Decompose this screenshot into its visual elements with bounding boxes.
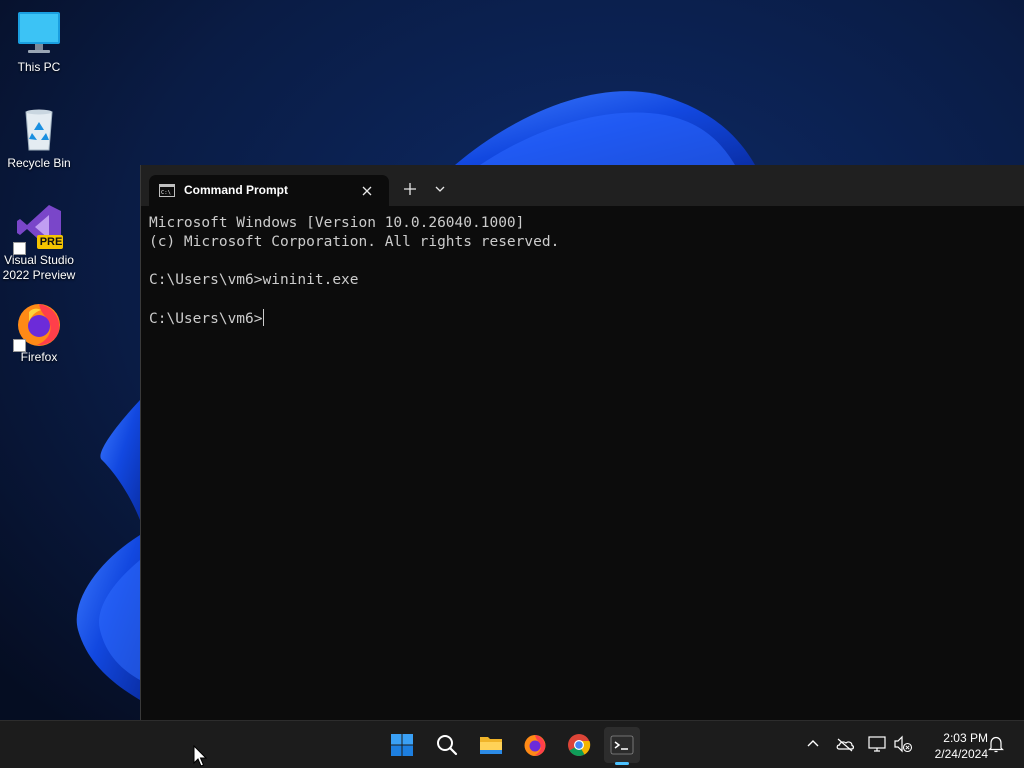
active-app-indicator <box>615 762 629 765</box>
desktop-icon-label: Firefox <box>20 350 58 364</box>
mouse-pointer-icon <box>193 745 207 767</box>
new-tab-button[interactable] <box>401 180 419 198</box>
console-line: C:\Users\vm6>wininit.exe <box>149 272 359 288</box>
clock-time: 2:03 PM <box>943 731 988 745</box>
chrome-icon <box>568 734 591 756</box>
desktop-icon-firefox[interactable]: Firefox <box>0 300 78 365</box>
console-line: (c) Microsoft Corporation. All rights re… <box>149 234 560 250</box>
clock[interactable]: 2:03 PM 2/24/2024 <box>918 730 988 762</box>
clock-date: 2/24/2024 <box>934 747 988 761</box>
prompt-line: C:\Users\vm6> <box>149 309 1014 329</box>
shortcut-arrow-icon <box>13 339 26 352</box>
network-icon[interactable] <box>867 734 887 754</box>
start-icon <box>391 734 413 756</box>
start-button[interactable] <box>384 727 420 763</box>
firefox-taskbar-button[interactable] <box>517 727 553 763</box>
text-cursor <box>262 309 264 326</box>
firefox-icon <box>524 735 546 756</box>
volume-muted-icon[interactable] <box>893 734 913 754</box>
terminal-window[interactable]: C:\ Command Prompt Microsoft Windows [Ve… <box>140 165 1024 720</box>
console-line: Microsoft Windows [Version 10.0.26040.10… <box>149 215 525 231</box>
console-line: ​ <box>149 290 1014 309</box>
taskbar: 2:03 PM 2/24/2024 <box>0 720 1024 768</box>
pre-badge: PRE <box>39 236 63 248</box>
firefox-icon <box>13 300 63 352</box>
terminal-icon <box>610 735 634 755</box>
prompt-text: C:\Users\vm6> <box>149 311 263 327</box>
onedrive-icon[interactable] <box>835 734 855 754</box>
terminal-taskbar-button[interactable] <box>604 727 640 763</box>
tab-command-prompt[interactable]: C:\ Command Prompt <box>149 175 389 206</box>
console-output[interactable]: Microsoft Windows [Version 10.0.26040.10… <box>149 214 1014 329</box>
close-icon[interactable] <box>358 182 376 200</box>
desktop-icon-recycle-bin[interactable]: Recycle Bin <box>0 106 78 171</box>
monitor-icon <box>15 10 63 58</box>
file-explorer-icon <box>480 737 502 754</box>
recycle-bin-icon <box>15 106 63 154</box>
desktop-icon-this-pc[interactable]: This PC <box>0 10 78 75</box>
chevron-up-icon[interactable] <box>803 734 823 754</box>
svg-text:C:\: C:\ <box>161 190 171 196</box>
desktop-icon-visual-studio[interactable]: PRE Visual Studio 2022 Preview <box>0 203 78 283</box>
desktop-icon-label: This PC <box>17 60 61 74</box>
tab-title: Command Prompt <box>184 183 289 197</box>
search-button[interactable] <box>429 727 465 763</box>
file-explorer-button[interactable] <box>473 727 509 763</box>
chrome-button[interactable] <box>561 727 597 763</box>
desktop-icon-label: Visual Studio 2022 Preview <box>2 253 76 282</box>
search-icon <box>437 735 458 756</box>
command-prompt-icon: C:\ <box>159 184 175 197</box>
tab-bar: C:\ Command Prompt <box>141 165 1024 206</box>
visual-studio-icon: PRE <box>13 203 63 255</box>
notification-bell-icon[interactable] <box>986 734 1006 754</box>
chevron-down-icon[interactable] <box>431 180 449 198</box>
shortcut-arrow-icon <box>13 242 26 255</box>
console-line: ​ <box>149 252 1014 271</box>
desktop-icon-label: Recycle Bin <box>7 156 71 170</box>
